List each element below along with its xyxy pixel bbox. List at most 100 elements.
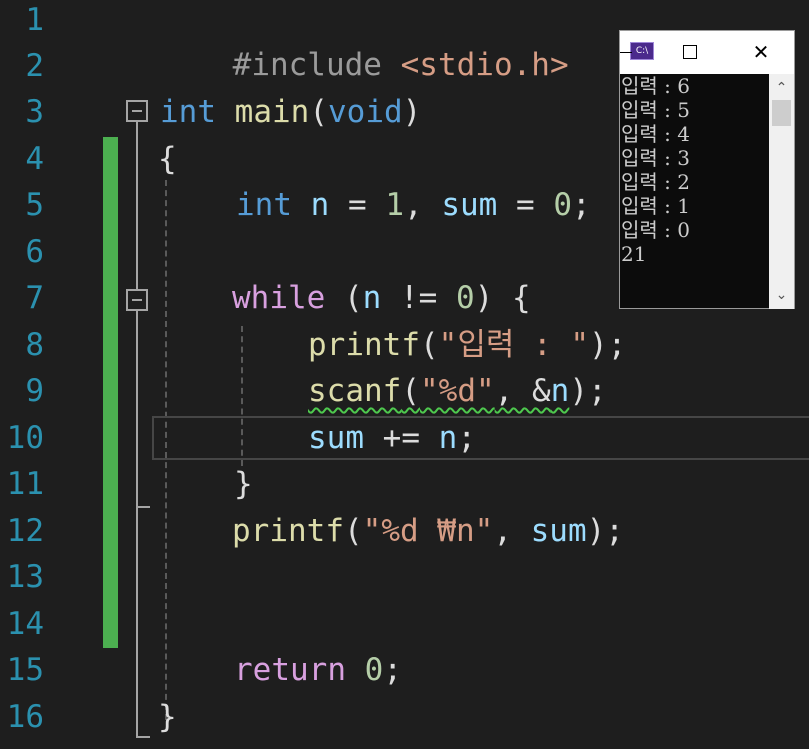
console-line: 입력 : 0: [621, 218, 690, 242]
variable: sum: [530, 513, 587, 549]
maximize-button[interactable]: [670, 31, 710, 74]
brace: }: [158, 699, 177, 735]
code-line-7[interactable]: while (n != 0) {: [232, 275, 531, 321]
keyword-while: while: [232, 280, 326, 316]
paren-semicolon: );: [586, 513, 624, 549]
code-line-9[interactable]: scanf("%d", &n);: [308, 368, 607, 414]
line-number: 11: [6, 466, 44, 502]
variable: n: [550, 373, 570, 409]
paren: (: [325, 280, 363, 316]
line-number: 16: [6, 699, 44, 735]
variable: n: [310, 187, 330, 223]
paren: ): [402, 94, 422, 130]
code-line-11[interactable]: }: [234, 461, 253, 507]
keyword: int: [160, 94, 216, 130]
number: 0: [553, 187, 573, 223]
semicolon: ;: [457, 420, 476, 456]
console-window[interactable]: C:\ ✕ 입력 : 6 입력 : 5 입력 : 4 입력 : 3 입력 : 2…: [619, 30, 795, 309]
operator: !=: [381, 280, 456, 316]
paren-semicolon: );: [569, 373, 607, 409]
line-number: 13: [6, 559, 44, 595]
comma: ,: [404, 187, 442, 223]
operator: =: [329, 187, 386, 223]
function-name: printf: [308, 327, 420, 363]
paren: (: [343, 513, 363, 549]
number: 0: [455, 280, 475, 316]
variable: sum: [441, 187, 498, 223]
number: 1: [385, 187, 405, 223]
line-number: 4: [25, 141, 44, 177]
keyword: void: [328, 94, 403, 130]
line-number: 9: [25, 373, 44, 409]
warning-squiggle[interactable]: scanf("%d", &n: [308, 373, 569, 409]
operator: =: [497, 187, 554, 223]
minimize-icon: [620, 52, 632, 53]
variable: n: [438, 420, 458, 456]
code-line-3[interactable]: int main(void): [160, 89, 421, 135]
code-line-8[interactable]: printf("입력 : ");: [308, 322, 626, 368]
variable: sum: [308, 420, 364, 456]
paren-semicolon: );: [589, 327, 627, 363]
code-line-4[interactable]: {: [158, 136, 177, 182]
line-number: 14: [6, 606, 44, 642]
function-name: main: [234, 94, 310, 130]
minimize-button[interactable]: [618, 31, 638, 74]
console-line: 21: [621, 242, 647, 266]
preprocessor-directive: #include: [232, 47, 382, 83]
change-indicator-bar: [103, 137, 118, 648]
code-line-16[interactable]: }: [158, 694, 177, 740]
current-line-highlight: [152, 416, 809, 460]
code-line-10[interactable]: sum += n;: [308, 415, 476, 461]
console-line: 입력 : 2: [621, 170, 690, 194]
line-number: 2: [25, 48, 44, 84]
line-number: 3: [25, 94, 44, 130]
maximize-icon: [683, 45, 697, 59]
close-button[interactable]: ✕: [741, 31, 781, 74]
outline-end-while: [136, 506, 150, 508]
line-number: 10: [6, 420, 44, 456]
collapse-while-icon[interactable]: [126, 289, 148, 311]
operator: +=: [364, 420, 439, 456]
code-line-12[interactable]: printf("%d ₩n", sum);: [232, 508, 624, 554]
comma: ,: [493, 513, 531, 549]
string-literal: "입력 : ": [438, 327, 590, 363]
code-line-15[interactable]: return 0;: [234, 647, 402, 693]
semicolon: ;: [383, 652, 402, 688]
brace: }: [234, 466, 253, 502]
brace: {: [158, 141, 177, 177]
line-number: 15: [6, 652, 44, 688]
console-scrollbar[interactable]: ⌃ ⌄: [769, 74, 794, 309]
code-line-1[interactable]: #include <stdio.h>: [158, 0, 569, 83]
string-literal: "%d ₩n": [362, 513, 494, 549]
line-number: 8: [25, 327, 44, 363]
line-number: 1: [25, 2, 44, 38]
collapse-main-icon[interactable]: [126, 100, 148, 122]
console-line: 입력 : 5: [621, 98, 690, 122]
scroll-up-icon[interactable]: ⌃: [769, 76, 794, 100]
console-line: 입력 : 1: [621, 194, 690, 218]
paren: (: [401, 373, 420, 409]
semicolon: ;: [572, 187, 591, 223]
scroll-down-icon[interactable]: ⌄: [769, 283, 794, 307]
outline-end: [136, 736, 150, 738]
comma-address: , &: [494, 373, 551, 409]
paren-brace: ) {: [474, 280, 531, 316]
code-line-5[interactable]: int n = 1, sum = 0;: [236, 182, 591, 228]
console-output: 입력 : 6 입력 : 5 입력 : 4 입력 : 3 입력 : 2 입력 : …: [621, 74, 769, 309]
paren: (: [309, 94, 328, 130]
keyword: int: [236, 187, 292, 223]
line-number: 5: [25, 187, 44, 223]
console-titlebar[interactable]: C:\ ✕: [620, 31, 794, 74]
paren: (: [419, 327, 439, 363]
console-line: 입력 : 4: [621, 122, 690, 146]
function-name: scanf: [308, 373, 402, 409]
line-number: 7: [25, 280, 44, 316]
scroll-thumb[interactable]: [772, 100, 791, 126]
close-icon: ✕: [752, 40, 770, 64]
keyword-return: return: [234, 652, 346, 688]
console-line: 입력 : 3: [621, 146, 690, 170]
function-name: printf: [232, 513, 344, 549]
line-number: 6: [25, 234, 44, 270]
string-literal: "%d": [420, 373, 495, 409]
